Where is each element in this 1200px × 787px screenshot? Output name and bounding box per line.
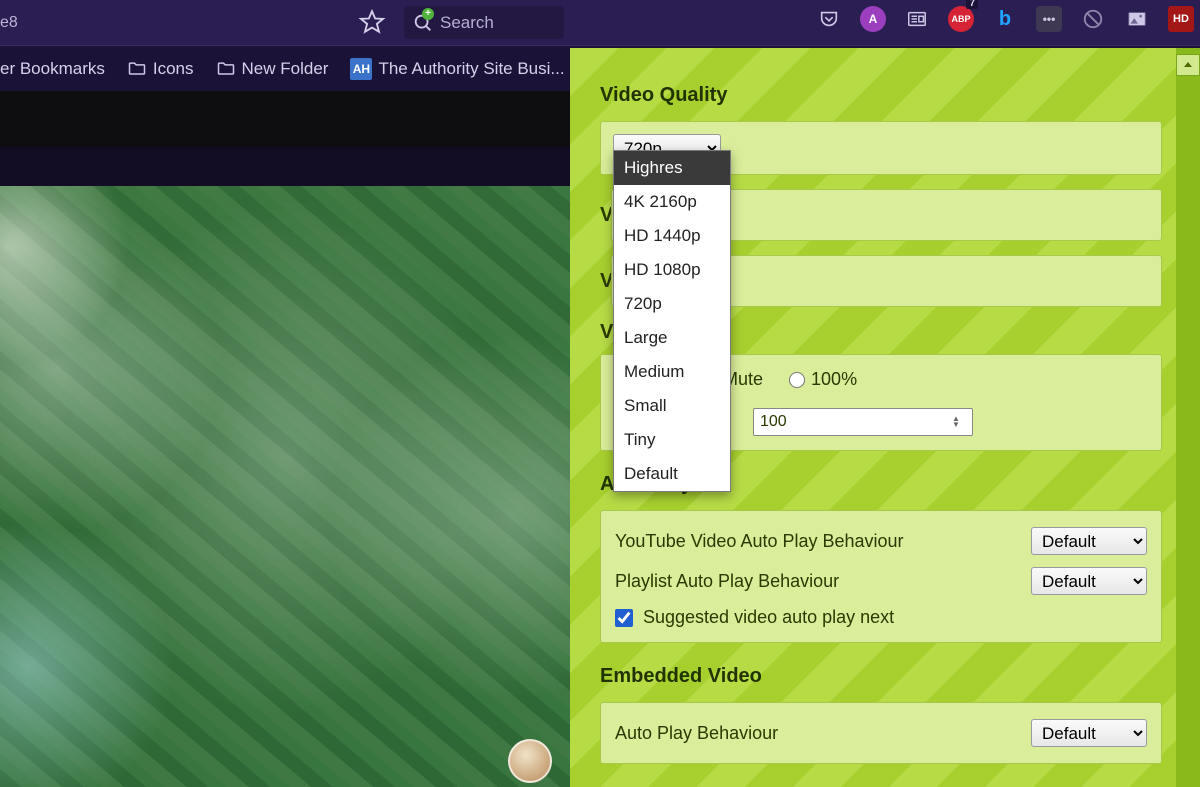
extension-a-icon[interactable]: A [860, 6, 886, 32]
pocket-icon[interactable] [816, 6, 842, 32]
quality-option-4k[interactable]: 4K 2160p [614, 185, 730, 219]
embedded-autoplay-row: Auto Play Behaviour Default [615, 713, 1147, 753]
extension-b-icon[interactable]: b [992, 6, 1018, 32]
news-icon[interactable] [904, 6, 930, 32]
volume-number-input[interactable]: 100 ▲▼ [753, 408, 973, 436]
row-label: Playlist Auto Play Behaviour [615, 571, 839, 592]
row-label: Auto Play Behaviour [615, 723, 778, 744]
address-bar-fragment[interactable]: e8 [0, 14, 350, 32]
folder-icon [216, 59, 236, 79]
volume-100-radio[interactable]: 100% [789, 369, 857, 390]
quality-option-medium[interactable]: Medium [614, 355, 730, 389]
bookmark-label: er Bookmarks [0, 59, 105, 79]
bookmark-label: Icons [153, 59, 194, 79]
quality-option-highres[interactable]: Highres [614, 151, 730, 185]
bookmark-star-icon[interactable] [358, 8, 386, 41]
autoplay-playlist-row: Playlist Auto Play Behaviour Default [615, 561, 1147, 601]
adblock-label: ABP [951, 14, 970, 24]
bookmark-label: New Folder [242, 59, 329, 79]
extension-icons: A ABP 7 b ••• HD [816, 6, 1194, 32]
quality-option-tiny[interactable]: Tiny [614, 423, 730, 457]
bookmark-folder[interactable]: New Folder [216, 59, 329, 79]
adblock-count-badge: 7 [966, 0, 978, 9]
checkbox-icon[interactable] [615, 609, 633, 627]
autoplay-youtube-row: YouTube Video Auto Play Behaviour Defaul… [615, 521, 1147, 561]
bookmark-folder[interactable]: er Bookmarks [0, 59, 105, 79]
site-favicon-icon: AH [350, 58, 372, 80]
no-symbol-icon[interactable] [1080, 6, 1106, 32]
checkbox-label: Suggested video auto play next [643, 607, 894, 628]
search-box[interactable]: + Search [404, 6, 564, 39]
adblock-icon[interactable]: ABP 7 [948, 6, 974, 32]
quality-option-1440p[interactable]: HD 1440p [614, 219, 730, 253]
radio-label: 100% [811, 369, 857, 390]
video-quality-dropdown[interactable]: Highres 4K 2160p HD 1440p HD 1080p 720p … [613, 150, 731, 492]
panel-scroll-track[interactable] [1176, 48, 1200, 787]
quality-option-large[interactable]: Large [614, 321, 730, 355]
quality-option-1080p[interactable]: HD 1080p [614, 253, 730, 287]
embedded-field-group: Auto Play Behaviour Default [600, 702, 1162, 764]
search-placeholder: Search [440, 13, 494, 33]
autoplay-suggested-checkbox[interactable]: Suggested video auto play next [615, 601, 1147, 628]
autoplay-field-group: YouTube Video Auto Play Behaviour Defaul… [600, 510, 1162, 643]
quality-option-720p[interactable]: 720p [614, 287, 730, 321]
video-player[interactable] [0, 186, 570, 787]
bookmark-folder[interactable]: Icons [127, 59, 194, 79]
autoplay-youtube-select[interactable]: Default [1031, 527, 1147, 555]
spin-buttons-icon[interactable]: ▲▼ [952, 416, 966, 428]
row-label: YouTube Video Auto Play Behaviour [615, 531, 904, 552]
folder-icon [127, 59, 147, 79]
bookmark-item[interactable]: AH The Authority Site Busi... [350, 58, 564, 80]
extension-dots-icon[interactable]: ••• [1036, 6, 1062, 32]
search-plus-badge-icon: + [422, 8, 434, 20]
radio-icon[interactable] [789, 372, 805, 388]
picture-icon[interactable] [1124, 6, 1150, 32]
bookmark-label: The Authority Site Busi... [378, 59, 564, 79]
section-title-video-quality: Video Quality [600, 84, 1162, 107]
channel-avatar-icon[interactable] [508, 739, 552, 783]
autoplay-playlist-select[interactable]: Default [1031, 567, 1147, 595]
quality-option-default[interactable]: Default [614, 457, 730, 491]
embedded-autoplay-select[interactable]: Default [1031, 719, 1147, 747]
browser-toolbar: e8 + Search A ABP 7 b ••• HD [0, 0, 1200, 45]
hd-extension-icon[interactable]: HD [1168, 6, 1194, 32]
volume-value: 100 [760, 413, 787, 431]
section-title-embedded: Embedded Video [600, 665, 1162, 688]
search-icon: + [412, 12, 434, 34]
quality-option-small[interactable]: Small [614, 389, 730, 423]
panel-collapse-tab[interactable] [1176, 54, 1200, 76]
